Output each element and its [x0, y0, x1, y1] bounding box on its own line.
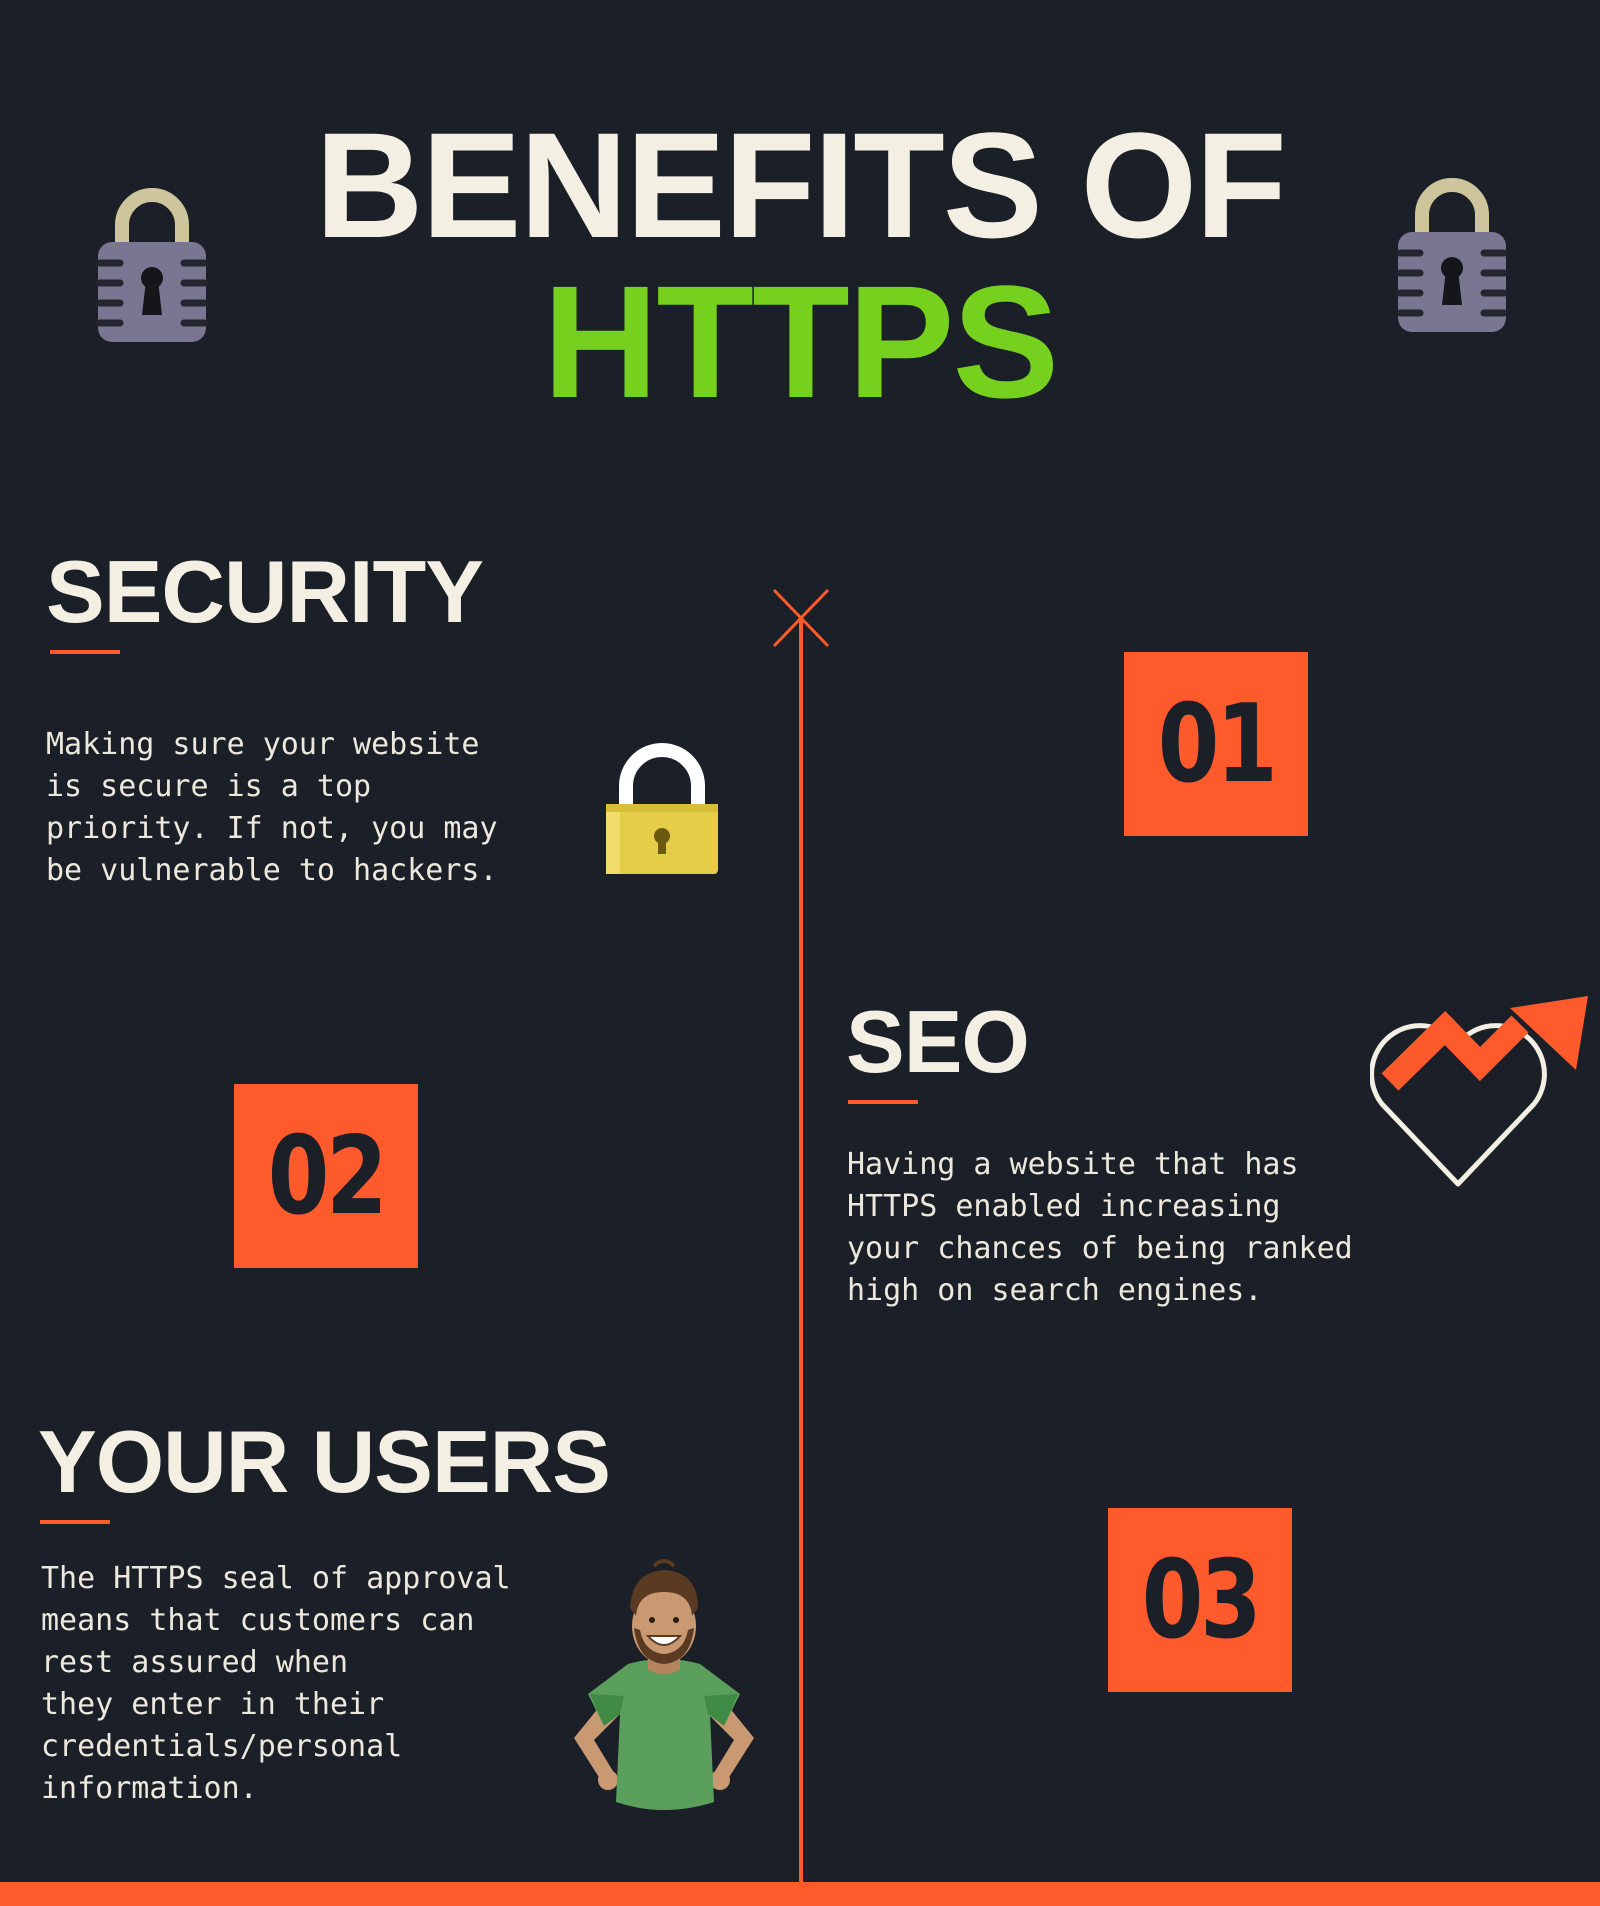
page-title-line-2: HTTPS: [542, 252, 1059, 431]
timeline-cross-icon: [772, 588, 830, 648]
section-underline: [50, 650, 120, 654]
bottom-bar: [0, 1882, 1600, 1906]
number-badge-01: 01: [1124, 652, 1308, 836]
section-body-security: Making sure your website is secure is a …: [46, 727, 498, 888]
person-illustration: [574, 1559, 754, 1810]
number-badge-02: 02: [234, 1084, 418, 1268]
number-badge-label: 01: [1157, 681, 1278, 807]
section-underline: [40, 1520, 110, 1524]
page-title-line-1: BENEFITS OF: [315, 101, 1287, 269]
padlock-icon: [606, 743, 718, 874]
section-title-your-users: YOUR USERS: [38, 1412, 611, 1511]
timeline-line: [799, 620, 803, 1882]
section-body-your-users: The HTTPS seal of approval means that cu…: [41, 1561, 511, 1806]
padlock-right-icon: [1396, 178, 1508, 332]
section-underline: [848, 1100, 918, 1104]
padlock-left-icon: [96, 188, 208, 342]
number-badge-03: 03: [1108, 1508, 1292, 1692]
section-title-security: SECURITY: [46, 542, 484, 641]
number-badge-label: 02: [267, 1113, 388, 1239]
number-badge-label: 03: [1141, 1537, 1262, 1663]
section-title-seo: SEO: [846, 992, 1030, 1091]
section-body-seo: Having a website that has HTTPS enabled …: [847, 1147, 1353, 1308]
heart-trend-arrow-icon: [1370, 996, 1588, 1187]
